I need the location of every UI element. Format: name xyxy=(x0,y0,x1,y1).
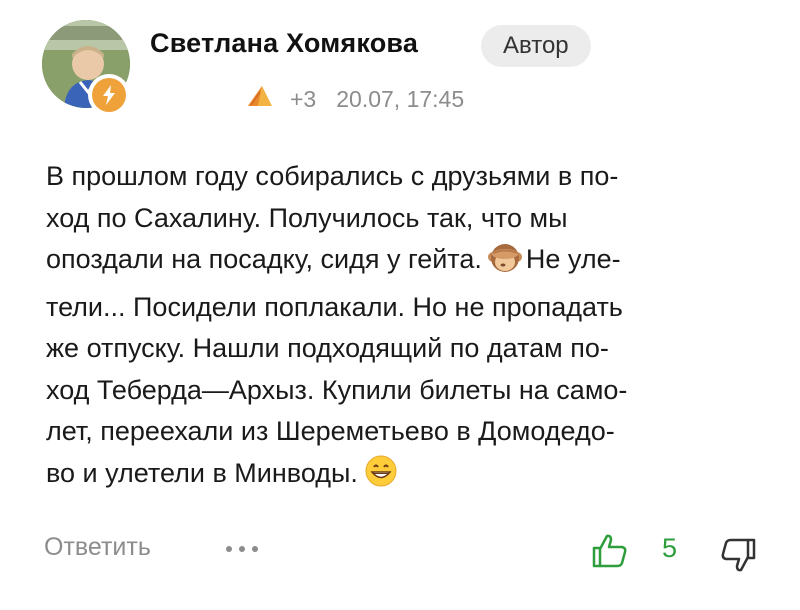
text-line: ход Теберда—Архыз. Купили билеты на само… xyxy=(46,374,628,405)
text-line: ход по Сахалину. Получилось так, что мы xyxy=(46,202,568,233)
more-options-icon[interactable] xyxy=(226,546,258,552)
thumbs-down-icon xyxy=(721,538,756,572)
comment-text: В прошлом году собирались с друзьями в п… xyxy=(46,156,766,500)
text-line-with-emoji: во и улетели в Минводы. xyxy=(46,453,766,501)
text-line: же отпуску. Нашли подходящий по датам по… xyxy=(46,333,609,363)
author-level-badge xyxy=(88,74,130,116)
text-line: тели... Посидели поплакали. Но не пропад… xyxy=(46,291,623,322)
grinning-face-icon xyxy=(364,454,398,501)
comment-card: Светлана Хомякова Автор +3 20.07, 17:45 … xyxy=(0,0,800,610)
text-segment: опоздали на посадку, сидя у гейта. xyxy=(46,244,482,274)
text-line-with-emoji: опоздали на посадку, сидя у гейта. Не ул… xyxy=(46,239,766,287)
text-segment: Не уле- xyxy=(525,244,621,274)
dislike-button[interactable] xyxy=(720,535,758,580)
reply-button[interactable]: Ответить xyxy=(44,533,151,562)
author-name[interactable]: Светлана Хомякова xyxy=(150,28,418,59)
thumbs-up-icon xyxy=(592,534,627,568)
karma-pyramid-icon xyxy=(246,83,274,115)
text-segment: во и улетели в Минводы. xyxy=(46,457,358,488)
see-no-evil-monkey-icon xyxy=(487,242,522,287)
karma-score: +3 xyxy=(290,85,317,112)
text-line: лет, переехали из Шереметьево в Домодедо… xyxy=(46,416,615,446)
like-count: 5 xyxy=(662,533,678,563)
comment-date: 20.07, 17:45 xyxy=(336,85,465,112)
lightning-icon xyxy=(92,78,126,112)
author-tag: Автор xyxy=(481,25,591,67)
like-button[interactable] xyxy=(590,531,630,576)
comment-meta: +3 20.07, 17:45 xyxy=(246,84,464,114)
text-line: В прошлом году собирались с друзьями в п… xyxy=(46,161,619,191)
